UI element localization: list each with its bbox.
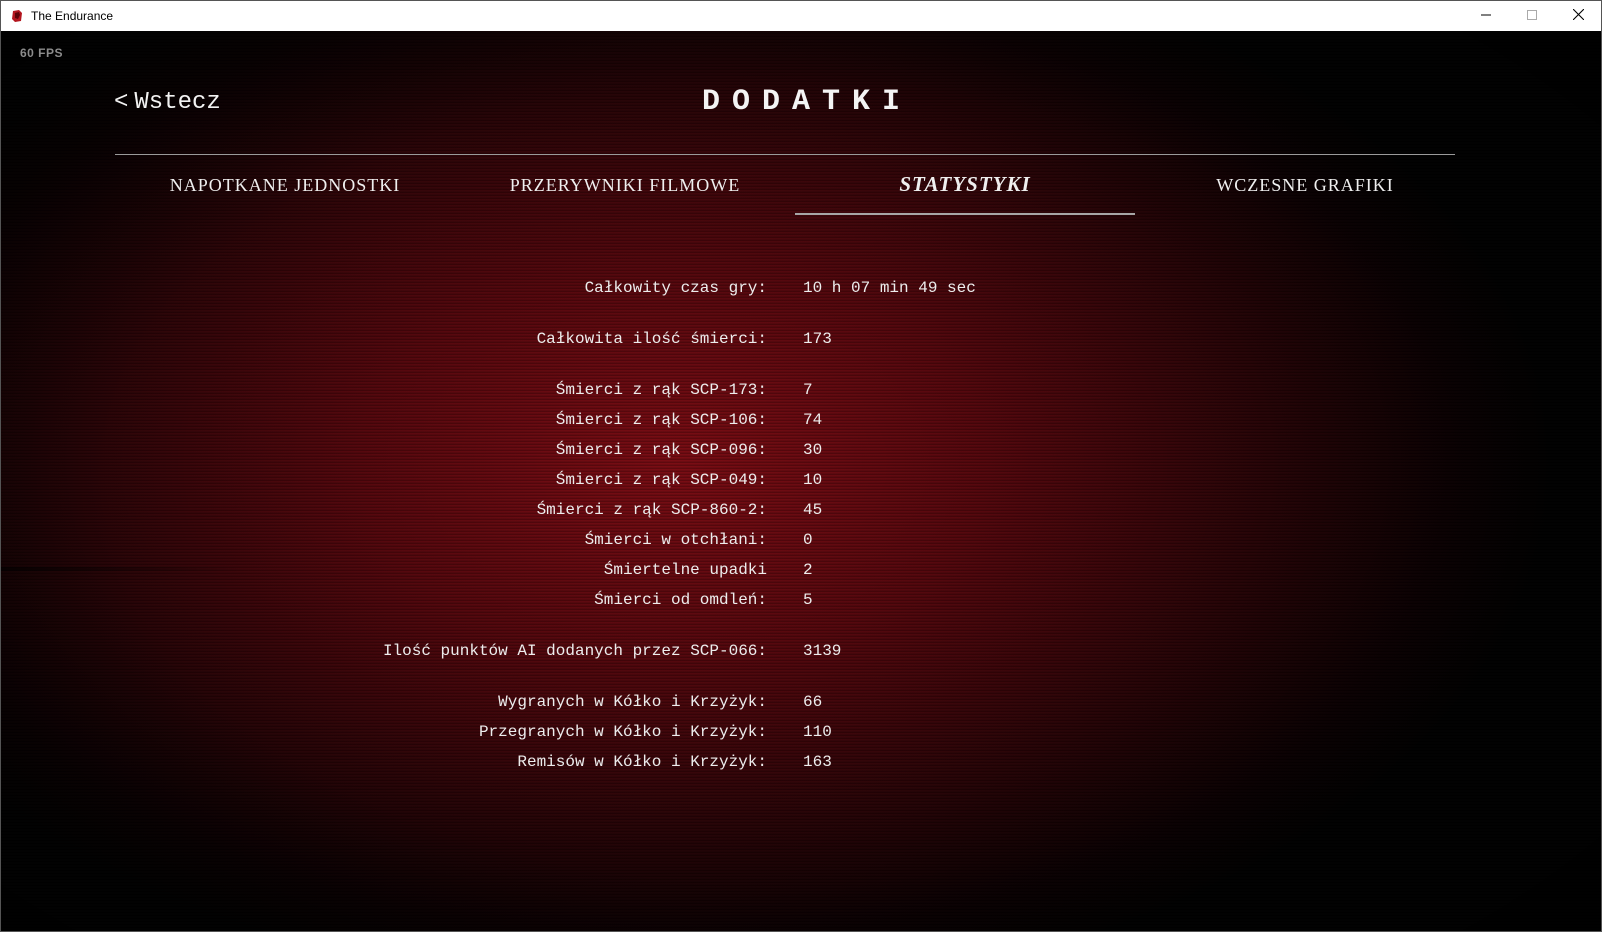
tab-encountered-entities[interactable]: NAPOTKANE JEDNOSTKI: [115, 155, 455, 215]
stat-row-deaths-scp-049: Śmierci z rąk SCP-049: 10: [1, 471, 1601, 493]
stat-value: 2: [803, 561, 813, 579]
tab-bar: NAPOTKANE JEDNOSTKI PRZERYWNIKI FILMOWE …: [115, 155, 1475, 217]
stat-row-fainting-deaths: Śmierci od omdleń: 5: [1, 591, 1601, 613]
stat-row-fatal-falls: Śmiertelne upadki 2: [1, 561, 1601, 583]
stat-label: Śmierci z rąk SCP-106:: [555, 411, 767, 429]
stat-value: 45: [803, 501, 823, 519]
stat-label: Śmierci z rąk SCP-860-2:: [536, 501, 767, 519]
close-icon: [1572, 8, 1584, 23]
window-controls: [1463, 1, 1601, 31]
stat-label: Śmiertelne upadki: [603, 561, 767, 579]
game-window: The Endurance 60 FPS < Wstecz DODATKI NA…: [0, 0, 1602, 932]
maximize-button[interactable]: [1509, 1, 1555, 31]
stat-value: 0: [803, 531, 813, 549]
stat-label: Ilość punktów AI dodanych przez SCP-066:: [382, 642, 767, 660]
stat-value: 7: [803, 381, 813, 399]
close-button[interactable]: [1555, 1, 1601, 31]
page-title: DODATKI: [701, 85, 913, 119]
game-viewport: 60 FPS < Wstecz DODATKI NAPOTKANE JEDNOS…: [1, 31, 1601, 931]
stat-row-tictactoe-wins: Wygranych w Kółko i Krzyżyk: 66: [1, 693, 1601, 715]
stat-label: Śmierci z rąk SCP-096:: [555, 441, 767, 459]
stat-label: Remisów w Kółko i Krzyżyk:: [517, 753, 767, 771]
stat-row-ai-points-scp-066: Ilość punktów AI dodanych przez SCP-066:…: [1, 642, 1601, 664]
stat-row-deaths-scp-096: Śmierci z rąk SCP-096: 30: [1, 441, 1601, 463]
stat-value: 3139: [803, 642, 842, 660]
stat-label: Wygranych w Kółko i Krzyżyk:: [498, 693, 767, 711]
tab-statistics[interactable]: STATYSTYKI: [795, 155, 1135, 215]
stat-row-tictactoe-losses: Przegranych w Kółko i Krzyżyk: 110: [1, 723, 1601, 745]
window-title: The Endurance: [31, 9, 114, 23]
stat-value: 66: [803, 693, 823, 711]
stat-row-deaths-scp-860-2: Śmierci z rąk SCP-860-2: 45: [1, 501, 1601, 523]
extras-screen: 60 FPS < Wstecz DODATKI NAPOTKANE JEDNOS…: [1, 31, 1601, 931]
stat-row-deaths-scp-106: Śmierci z rąk SCP-106: 74: [1, 411, 1601, 433]
minimize-icon: [1481, 9, 1491, 23]
stat-value: 10: [803, 471, 823, 489]
stat-value: 173: [803, 330, 832, 348]
stat-label: Śmierci od omdleń:: [594, 591, 767, 609]
stat-row-deaths-scp-173: Śmierci z rąk SCP-173: 7: [1, 381, 1601, 403]
stat-label: Śmierci z rąk SCP-173:: [555, 381, 767, 399]
maximize-icon: [1527, 9, 1537, 23]
game-logo-icon: [10, 9, 24, 23]
stat-value: 163: [803, 753, 832, 771]
stat-label: Śmierci w otchłani:: [584, 531, 767, 549]
tab-cutscenes[interactable]: PRZERYWNIKI FILMOWE: [455, 155, 795, 215]
minimize-button[interactable]: [1463, 1, 1509, 31]
fps-counter: 60 FPS: [20, 46, 64, 60]
stat-value: 74: [803, 411, 823, 429]
stat-row-total-deaths: Całkowita ilość śmierci: 173: [1, 330, 1601, 352]
title-bar: The Endurance: [1, 1, 1601, 31]
stat-row-tictactoe-draws: Remisów w Kółko i Krzyżyk: 163: [1, 753, 1601, 775]
tab-early-artwork[interactable]: WCZESNE GRAFIKI: [1135, 155, 1475, 215]
stat-label: Śmierci z rąk SCP-049:: [555, 471, 767, 489]
stat-value: 5: [803, 591, 813, 609]
stat-value: 10 h 07 min 49 sec: [803, 279, 976, 297]
stat-label: Całkowita ilość śmierci:: [536, 330, 767, 348]
stat-label: Przegranych w Kółko i Krzyżyk:: [478, 723, 767, 741]
stat-row-deaths-abyss: Śmierci w otchłani: 0: [1, 531, 1601, 553]
stat-label: Całkowity czas gry:: [584, 279, 767, 297]
stat-value: 110: [803, 723, 832, 741]
stat-value: 30: [803, 441, 823, 459]
stat-row-total-playtime: Całkowity czas gry: 10 h 07 min 49 sec: [1, 279, 1601, 301]
